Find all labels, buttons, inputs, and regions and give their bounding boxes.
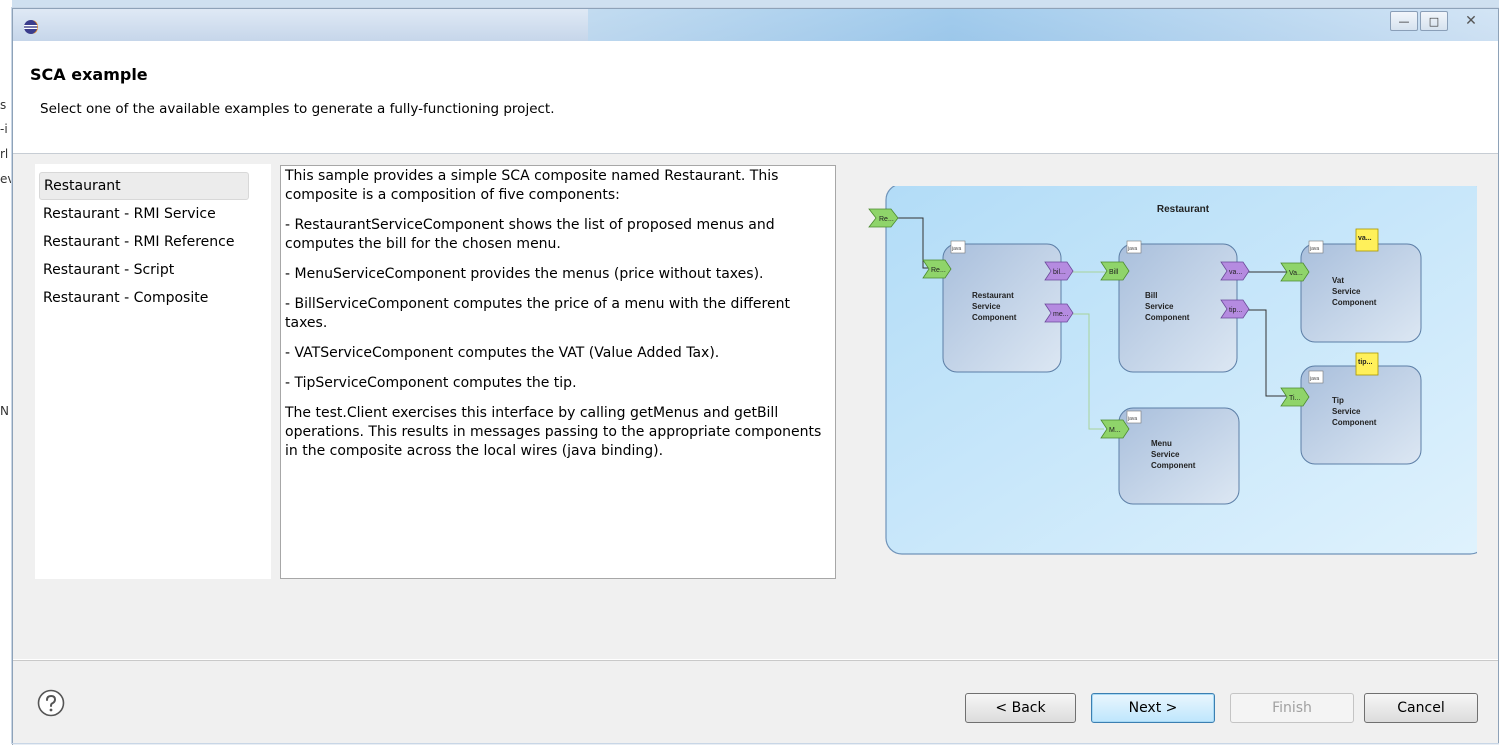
finish-button[interactable]: Finish (1230, 693, 1354, 723)
wizard-body: Restaurant Restaurant - RMI Service Rest… (13, 154, 1498, 659)
bill-reference-vat-label: va... (1229, 269, 1242, 276)
example-item-composite[interactable]: Restaurant - Composite (39, 285, 247, 311)
promoted-service-label: Re... (879, 216, 894, 223)
eclipse-icon (24, 20, 38, 34)
example-item-rmi-service[interactable]: Restaurant - RMI Service (39, 201, 247, 227)
description-paragraph: - RestaurantServiceComponent shows the l… (285, 217, 775, 252)
example-item-restaurant[interactable]: Restaurant (39, 172, 249, 200)
restaurant-reference-bill-label: bil... (1053, 269, 1066, 276)
tip-property-label: tip... (1358, 359, 1372, 366)
tip-name-line: Tip (1332, 396, 1344, 405)
java-impl-label: java (1127, 246, 1137, 252)
vat-property-label: va... (1358, 235, 1372, 242)
vat-name-line: Vat (1332, 276, 1344, 285)
bill-name-line: Service (1145, 302, 1174, 311)
restaurant-name-line: Component (972, 313, 1017, 322)
menu-name-line: Service (1151, 450, 1180, 459)
maximize-button[interactable]: □ (1420, 11, 1448, 31)
java-impl-label: java (1309, 376, 1319, 382)
vat-name-line: Service (1332, 287, 1361, 296)
background-fragment: N (0, 404, 9, 418)
bill-name-line: Component (1145, 313, 1190, 322)
background-fragment: -i (0, 122, 8, 136)
menu-name-line: Menu (1151, 439, 1172, 448)
page-description: Select one of the available examples to … (40, 101, 555, 117)
background-fragment: rl (0, 147, 9, 161)
description-paragraph: - BillServiceComponent computes the pric… (285, 296, 790, 331)
examples-list: Restaurant Restaurant - RMI Service Rest… (35, 164, 271, 579)
tip-name-line: Service (1332, 407, 1361, 416)
menu-service-label: M... (1109, 427, 1121, 434)
description-paragraph: - MenuServiceComponent provides the menu… (285, 266, 764, 282)
vat-name-line: Component (1332, 298, 1377, 307)
composite-label: Restaurant (1157, 204, 1210, 215)
description-paragraph: The test.Client exercises this interface… (285, 405, 822, 459)
example-description: This sample provides a simple SCA compos… (280, 165, 836, 579)
wizard-header: SCA example Select one of the available … (13, 41, 1498, 154)
wizard-window: — □ ✕ SCA example Select one of the avai… (12, 8, 1499, 743)
restaurant-name-line: Restaurant (972, 291, 1014, 300)
restaurant-reference-menu-label: me... (1053, 311, 1069, 318)
vat-service-component (1300, 243, 1422, 343)
description-paragraph: - VATServiceComponent computes the VAT (… (285, 345, 720, 361)
background-fragment: s (0, 98, 7, 112)
tip-service-label: Ti... (1289, 395, 1300, 402)
restaurant-service-label: Re... (931, 267, 946, 274)
minimize-button[interactable]: — (1390, 11, 1418, 31)
restaurant-service-component (942, 243, 1062, 373)
bill-service-label: Bill (1109, 269, 1119, 276)
back-button[interactable]: < Back (965, 693, 1076, 723)
help-icon[interactable] (37, 689, 65, 717)
vat-service-label: Va... (1289, 270, 1303, 277)
title-bar[interactable]: — □ ✕ (13, 9, 1498, 49)
composite-diagram: Restaurant Re... java Restaurant Service… (868, 186, 1477, 555)
java-impl-label: java (951, 246, 961, 252)
tip-name-line: Component (1332, 418, 1377, 427)
bill-reference-tip-label: tip... (1229, 307, 1242, 314)
menu-name-line: Component (1151, 461, 1196, 470)
example-item-rmi-reference[interactable]: Restaurant - RMI Reference (39, 229, 247, 255)
cancel-button[interactable]: Cancel (1364, 693, 1478, 723)
window-controls: — □ ✕ (1388, 11, 1492, 31)
bill-service-component (1118, 243, 1238, 373)
page-title: SCA example (30, 65, 148, 84)
description-paragraph: This sample provides a simple SCA compos… (285, 168, 779, 203)
java-impl-label: java (1127, 416, 1137, 422)
description-paragraph: - TipServiceComponent computes the tip. (285, 375, 577, 391)
restaurant-name-line: Service (972, 302, 1001, 311)
close-button[interactable]: ✕ (1450, 11, 1492, 31)
bill-name-line: Bill (1145, 291, 1157, 300)
example-item-script[interactable]: Restaurant - Script (39, 257, 247, 283)
next-button[interactable]: Next > (1091, 693, 1215, 723)
java-impl-label: java (1309, 246, 1319, 252)
wizard-footer: < Back Next > Finish Cancel (13, 660, 1498, 743)
